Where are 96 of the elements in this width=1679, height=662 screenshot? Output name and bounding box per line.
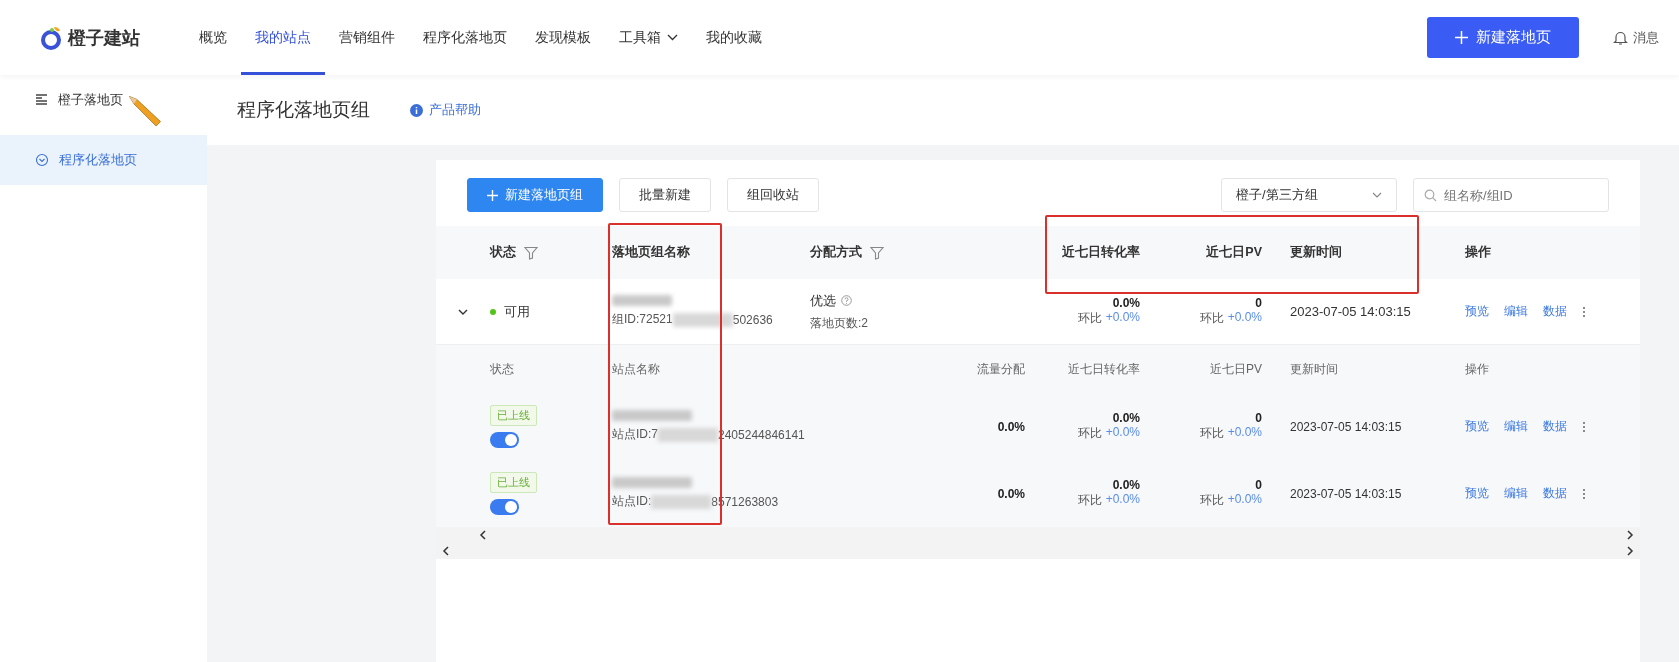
column-header: 状态	[490, 244, 516, 261]
change-label: 环比	[1199, 425, 1224, 442]
status-tag: 已上线	[490, 405, 537, 426]
filter-icon[interactable]	[870, 245, 884, 260]
metric-value: 0	[1255, 478, 1262, 492]
column-header: 流量分配	[977, 360, 1025, 378]
column-header: 状态	[490, 360, 515, 378]
metric-value: 0	[1255, 296, 1262, 310]
update-time: 2023-07-05 14:03:15	[1289, 304, 1412, 319]
help-icon[interactable]	[841, 295, 852, 306]
help-link[interactable]: 产品帮助	[410, 101, 481, 119]
change-value: +0.0%	[1227, 492, 1262, 508]
nav-tab[interactable]: 概览	[185, 0, 241, 75]
blurred-text	[612, 295, 672, 306]
status-dot	[490, 308, 496, 315]
toolbar-button[interactable]: 批量新建	[619, 178, 711, 212]
column-header: 落地页组名称	[612, 244, 690, 261]
new-group-button[interactable]: 新建落地页组	[467, 178, 603, 212]
pencil-icon	[128, 95, 162, 129]
action-link[interactable]: 预览	[1465, 485, 1489, 502]
plus-icon	[487, 189, 498, 201]
more-icon[interactable]	[1582, 487, 1586, 500]
traffic-share: 0.0%	[997, 419, 1025, 434]
change-value: +0.0%	[1227, 425, 1262, 441]
change-label: 环比	[1199, 492, 1224, 509]
nav-tab[interactable]: 发现模板	[521, 0, 605, 75]
update-time: 2023-07-05 14:03:15	[1289, 419, 1403, 434]
blurred-text	[658, 427, 718, 442]
blurred-text	[672, 312, 733, 327]
action-link[interactable]: 预览	[1465, 303, 1489, 320]
action-link[interactable]: 编辑	[1504, 485, 1528, 502]
change-value: +0.0%	[1105, 310, 1140, 326]
search-icon	[1424, 189, 1437, 202]
site-id: 站点ID:7	[612, 426, 658, 443]
create-page-button[interactable]: 新建落地页	[1427, 17, 1579, 58]
filter-icon[interactable]	[524, 245, 538, 260]
action-link[interactable]: 预览	[1465, 418, 1489, 435]
search-field[interactable]: 组名称/组ID	[1413, 178, 1609, 212]
change-value: +0.0%	[1105, 425, 1140, 441]
metric-value: 0.0%	[1112, 411, 1140, 425]
column-header: 站点名称	[612, 360, 661, 378]
caret-icon	[1372, 192, 1382, 198]
metric-value: 0.0%	[1112, 296, 1140, 310]
column-header: 更新时间	[1290, 244, 1342, 261]
sidebar-item[interactable]: 橙子落地页	[0, 75, 207, 125]
sidebar-item[interactable]: 程序化落地页	[0, 135, 207, 185]
action-link[interactable]: 编辑	[1504, 303, 1528, 320]
site-id: 站点ID:	[612, 493, 652, 510]
column-header: 近七日转化率	[1068, 360, 1140, 378]
toggle-switch[interactable]	[490, 499, 519, 515]
column-header: 近七日PV	[1206, 244, 1262, 261]
list-icon	[35, 94, 48, 106]
logo-text: 橙子建站	[68, 26, 140, 50]
action-link[interactable]: 数据	[1543, 485, 1567, 502]
group-id: 502636	[732, 312, 773, 327]
page-count: 落地页数:2	[810, 314, 868, 332]
action-link[interactable]: 数据	[1543, 303, 1567, 320]
column-header: 操作	[1465, 360, 1490, 378]
change-label: 环比	[1077, 425, 1102, 442]
metric-value: 0	[1255, 411, 1262, 425]
change-value: +0.0%	[1105, 492, 1140, 508]
chevron-circle-icon	[35, 153, 49, 167]
group-id: 组ID:72521	[612, 311, 673, 328]
plus-icon	[1455, 31, 1468, 44]
status-tag: 已上线	[490, 472, 537, 493]
change-value: +0.0%	[1227, 310, 1262, 326]
nav-tab[interactable]: 我的收藏	[692, 0, 776, 75]
column-header: 分配方式	[810, 244, 862, 261]
change-label: 环比	[1077, 492, 1102, 509]
page-title: 程序化落地页组	[237, 98, 370, 122]
change-label: 环比	[1199, 310, 1224, 327]
toolbar-button[interactable]: 组回收站	[727, 178, 819, 212]
bell-icon[interactable]	[1613, 29, 1628, 46]
column-header: 操作	[1465, 244, 1491, 261]
logo-icon	[40, 24, 64, 51]
action-link[interactable]: 编辑	[1504, 418, 1528, 435]
nav-tab[interactable]: 工具箱	[605, 0, 692, 75]
change-label: 环比	[1077, 310, 1102, 327]
more-icon[interactable]	[1582, 420, 1586, 433]
column-header: 近七日转化率	[1062, 244, 1140, 261]
column-header: 近七日PV	[1210, 360, 1262, 378]
column-header: 更新时间	[1289, 360, 1339, 378]
status-text: 可用	[504, 302, 530, 321]
nav-tab[interactable]: 程序化落地页	[409, 0, 521, 75]
group-type-select[interactable]: 橙子/第三方组	[1221, 178, 1397, 212]
traffic-share: 0.0%	[997, 486, 1025, 501]
more-icon[interactable]	[1582, 305, 1586, 318]
action-link[interactable]: 数据	[1543, 418, 1567, 435]
update-time: 2023-07-05 14:03:15	[1289, 486, 1403, 501]
messages-label[interactable]: 消息	[1633, 28, 1659, 47]
info-icon	[410, 103, 423, 117]
blurred-text	[651, 494, 712, 509]
toggle-switch[interactable]	[490, 432, 519, 448]
nav-tab[interactable]: 营销组件	[325, 0, 409, 75]
allocation-method: 优选	[810, 291, 836, 310]
metric-value: 0.0%	[1112, 478, 1140, 492]
